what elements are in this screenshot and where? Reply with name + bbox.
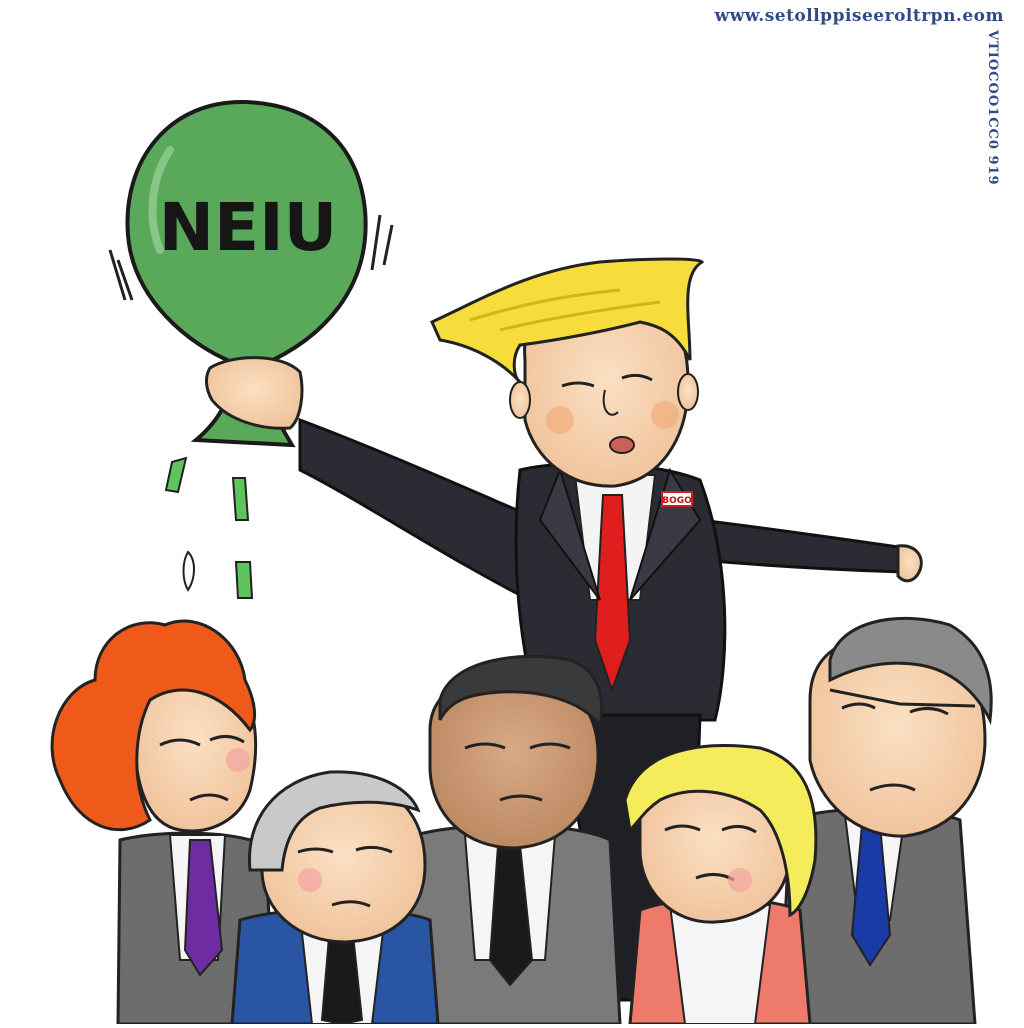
hand-right [896, 544, 923, 583]
watermark-vertical: VTIOCOO1CC0 919 [985, 30, 1000, 186]
motion-lines-right [370, 214, 394, 271]
watermark-url: www.setollppiseeroltrpn.eom [714, 6, 1004, 26]
cartoon-svg: NEIU BOGO [50, 99, 993, 1026]
falling-piece [234, 561, 254, 599]
blonde-woman [623, 744, 818, 1026]
balloon-label: NEIU [159, 189, 337, 266]
cartoon-illustration: NEIU BOGO [0, 0, 1024, 1026]
money-balloon: NEIU [108, 99, 394, 599]
falling-piece [182, 550, 195, 592]
motion-lines-left [108, 249, 134, 301]
falling-piece [231, 477, 250, 521]
falling-piece [164, 456, 188, 494]
lapel-pin-text: BOGO [662, 496, 692, 506]
